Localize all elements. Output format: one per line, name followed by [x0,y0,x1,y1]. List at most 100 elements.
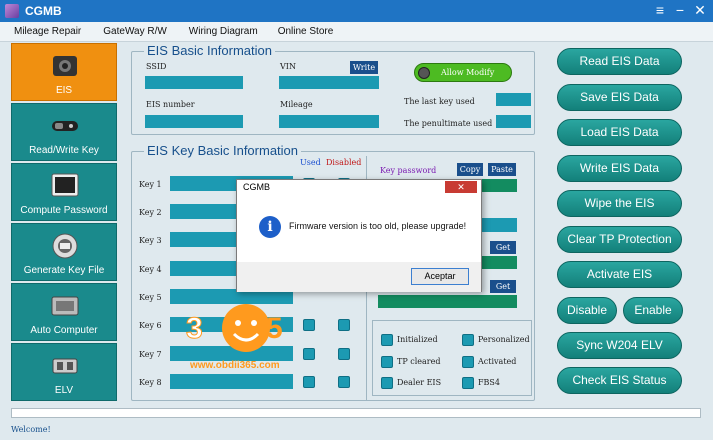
computer-screen-icon [51,173,79,197]
eis-basic-info-title: EIS Basic Information [144,43,275,58]
vin-write-button[interactable]: Write [350,61,378,74]
key-2-label: Key 2 [139,208,162,217]
dialog-message: Firmware version is too old, please upgr… [289,221,467,231]
app-title: CGMB [25,4,62,18]
vin-field[interactable] [279,76,379,89]
menu-online-store[interactable]: Online Store [278,26,334,37]
read-eis-data-button[interactable]: Read EIS Data [557,48,682,75]
eis-number-field[interactable] [145,115,243,128]
key-8-used-checkbox[interactable] [303,376,315,388]
eis-module-icon [53,56,77,76]
info-icon: i [259,216,281,238]
dialog-body: i Firmware version is too old, please up… [237,194,481,262]
activated-label: Activated [478,357,517,366]
penultimate-used-field[interactable] [496,115,531,128]
sidebar-item-label: ELV [54,385,74,396]
last-key-used-field[interactable] [496,93,531,106]
sidebar-item-label: EIS [55,85,73,96]
check-eis-status-button[interactable]: Check EIS Status [557,367,682,394]
watermark-digit-3: 3 [186,312,204,346]
toggle-knob [418,67,430,79]
minimize-icon[interactable]: − [673,2,687,19]
enable-button[interactable]: Enable [623,297,683,324]
app-logo-icon [5,4,19,18]
allow-modify-toggle[interactable]: Allow Modify [414,63,512,82]
activated-indicator [462,356,474,368]
key-8-field[interactable] [170,374,293,389]
allow-modify-label: Allow Modify [441,68,495,77]
password-field-2[interactable] [482,218,517,232]
watermark-url: www.obdii365.com [190,360,280,371]
sync-w204-elv-button[interactable]: Sync W204 ELV [557,332,682,359]
sidebar-item-label: Read/Write Key [29,145,99,156]
status-text: Welcome! [11,425,51,434]
key-7-disabled-checkbox[interactable] [338,348,350,360]
vin-label: VIN [280,62,296,71]
dialog-footer: Aceptar [237,262,481,292]
clear-tp-protection-button[interactable]: Clear TP Protection [557,226,682,253]
penultimate-used-label: The penultimate used [404,119,493,128]
sidebar-item-auto-computer[interactable]: Auto Computer [11,283,117,341]
write-eis-data-button[interactable]: Write EIS Data [557,155,682,182]
fbs4-label: FBS4 [478,378,500,387]
dialog-ok-button[interactable]: Aceptar [411,268,469,285]
activate-eis-button[interactable]: Activate EIS [557,261,682,288]
car-key-icon [52,121,78,131]
ecu-module-icon [51,296,79,316]
sidebar-item-elv[interactable]: ELV [11,343,117,401]
dealer-eis-label: Dealer EIS [397,378,442,387]
save-eis-data-button[interactable]: Save EIS Data [557,84,682,111]
personalized-label: Personalized [478,335,530,344]
copy-button[interactable]: Copy [457,163,483,176]
key-5-label: Key 5 [139,293,162,302]
eis-key-info-title: EIS Key Basic Information [144,143,302,158]
eis-number-label: EIS number [146,100,195,109]
key-8-disabled-checkbox[interactable] [338,376,350,388]
mileage-label: Mileage [280,100,313,109]
get-result-field-2[interactable] [378,295,517,308]
menu-mileage-repair[interactable]: Mileage Repair [14,26,81,37]
sidebar-item-eis[interactable]: EIS [11,43,117,101]
ssid-label: SSID [146,62,167,71]
tp-cleared-label: TP cleared [397,357,441,366]
get-button-1[interactable]: Get [490,241,516,254]
key-6-label: Key 6 [139,321,162,330]
sidebar-item-read-write-key[interactable]: Read/Write Key [11,103,117,161]
sidebar-item-label: Compute Password [20,205,108,216]
menu-bar: Mileage Repair GateWay R/W Wiring Diagra… [0,22,713,42]
initialized-label: Initialized [397,335,438,344]
ssid-field[interactable] [145,76,243,89]
key-6-disabled-checkbox[interactable] [338,319,350,331]
initialized-indicator [381,334,393,346]
dealer-eis-indicator [381,377,393,389]
key-file-icon [52,233,78,259]
title-bar: CGMB ≡ − ✕ [0,0,713,22]
tp-cleared-indicator [381,356,393,368]
used-header: Used [300,158,321,167]
progress-bar [11,408,701,418]
menu-gateway-rw[interactable]: GateWay R/W [103,26,167,37]
menu-wiring-diagram[interactable]: Wiring Diagram [189,26,258,37]
sidebar: EIS Read/Write Key Compute Password Gene… [11,43,117,401]
sidebar-item-generate-key-file[interactable]: Generate Key File [11,223,117,281]
sidebar-item-label: Auto Computer [30,325,98,336]
fbs4-indicator [462,377,474,389]
key-7-label: Key 7 [139,350,162,359]
key-3-label: Key 3 [139,236,162,245]
paste-button[interactable]: Paste [488,163,516,176]
close-icon[interactable]: ✕ [693,2,707,19]
menu-icon[interactable]: ≡ [653,2,667,19]
disabled-header: Disabled [326,158,362,167]
dialog-close-button[interactable]: ✕ [445,181,477,193]
sidebar-item-compute-password[interactable]: Compute Password [11,163,117,221]
firmware-dialog: CGMB ✕ i Firmware version is too old, pl… [236,179,482,292]
load-eis-data-button[interactable]: Load EIS Data [557,119,682,146]
wipe-eis-button[interactable]: Wipe the EIS [557,190,682,217]
mileage-field[interactable] [279,115,379,128]
last-key-used-label: The last key used [404,97,475,106]
key-password-label: Key password [380,166,437,175]
get-button-2[interactable]: Get [490,280,516,293]
sidebar-item-label: Generate Key File [23,265,105,276]
disable-button[interactable]: Disable [557,297,617,324]
elv-module-icon [52,358,78,374]
